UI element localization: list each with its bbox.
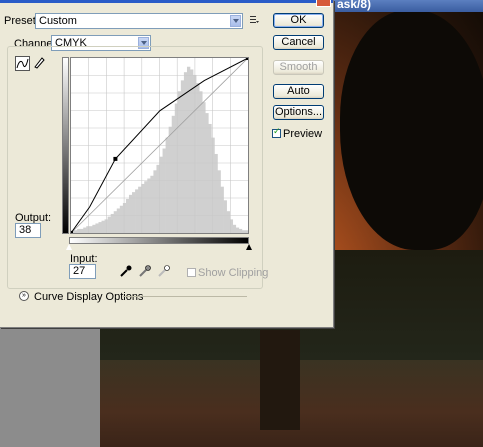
curve-control-point xyxy=(69,231,73,235)
output-field[interactable]: 38 xyxy=(15,223,41,238)
histogram-bar xyxy=(138,186,142,233)
histogram-bar xyxy=(217,170,221,233)
chevron-down-icon[interactable] xyxy=(230,15,241,27)
histogram-bar xyxy=(205,113,209,233)
show-clipping-checkbox[interactable] xyxy=(187,268,196,277)
histogram-bar xyxy=(226,211,230,233)
histogram-bar xyxy=(153,170,157,233)
histogram-bar xyxy=(92,224,96,233)
histogram-bar xyxy=(113,211,118,233)
photo-tree xyxy=(340,10,483,250)
input-black-slider[interactable] xyxy=(66,244,72,250)
histogram-bar xyxy=(180,80,185,233)
white-point-eyedropper-icon[interactable] xyxy=(158,265,170,277)
histogram-bar xyxy=(125,198,130,233)
histogram-bar xyxy=(165,137,169,233)
preset-value: Custom xyxy=(39,15,77,27)
histogram-bar xyxy=(174,103,179,233)
histogram-bar xyxy=(119,205,124,233)
preset-select[interactable]: Custom xyxy=(35,13,243,29)
histogram-bar xyxy=(110,213,115,233)
curve-chart[interactable] xyxy=(69,56,250,235)
histogram-bar xyxy=(183,72,188,233)
close-icon[interactable] xyxy=(316,0,331,7)
preview-checkbox[interactable] xyxy=(272,127,281,138)
black-point-eyedropper-icon[interactable] xyxy=(120,265,132,277)
smooth-button[interactable]: Smooth xyxy=(273,60,324,75)
histogram-bar xyxy=(122,203,127,233)
curve-display-options-label[interactable]: Curve Display Options xyxy=(34,291,143,303)
pencil-tool-icon[interactable] xyxy=(33,56,48,71)
divider xyxy=(123,296,247,297)
preset-menu-icon[interactable] xyxy=(249,15,259,25)
preview-label: Preview xyxy=(283,128,323,140)
histogram-bar xyxy=(196,83,200,233)
histogram-bar xyxy=(232,224,237,233)
histogram-bar xyxy=(211,137,215,233)
histogram-bar xyxy=(144,181,148,233)
histogram-bar xyxy=(220,186,224,233)
histogram-bar xyxy=(241,230,246,233)
histogram-bar xyxy=(74,230,78,233)
document-title: ask/8) xyxy=(337,0,372,11)
output-gradient-bar xyxy=(62,57,69,234)
histogram-bar xyxy=(107,216,111,233)
cancel-button[interactable]: Cancel xyxy=(273,35,324,50)
input-gradient-bar xyxy=(69,237,249,244)
histogram-bar xyxy=(168,126,173,233)
histogram-bar xyxy=(244,230,249,233)
histogram-bar xyxy=(116,208,121,233)
expand-icon[interactable]: » xyxy=(19,291,29,301)
histogram-bar xyxy=(86,226,90,233)
histogram-bar xyxy=(83,227,87,233)
curve-point-tool-icon[interactable] xyxy=(15,56,30,71)
histogram-bar xyxy=(190,69,194,233)
histogram-bar xyxy=(202,102,206,234)
dialog-titlebar[interactable] xyxy=(0,0,333,3)
auto-button[interactable]: Auto xyxy=(273,84,324,99)
curve-control-point xyxy=(246,56,250,60)
histogram-bar xyxy=(80,228,84,233)
input-field[interactable]: 27 xyxy=(69,264,96,279)
histogram-bar xyxy=(208,123,212,233)
histogram-bar xyxy=(177,91,182,233)
gray-point-eyedropper-icon[interactable] xyxy=(139,265,151,277)
ok-button[interactable]: OK xyxy=(273,13,324,28)
histogram-bar xyxy=(238,228,243,233)
preset-label: Preset: xyxy=(4,15,39,27)
show-clipping-label: Show Clipping xyxy=(198,267,269,279)
histogram-bar xyxy=(98,222,102,233)
histogram-bar xyxy=(101,220,105,233)
histogram-bar xyxy=(223,200,227,233)
histogram-bar xyxy=(235,227,240,233)
histogram-bar xyxy=(162,148,166,233)
photo-trunk xyxy=(260,330,300,430)
curve-control-point xyxy=(113,156,118,161)
histogram-bar xyxy=(199,91,203,233)
histogram-bar xyxy=(95,223,99,233)
histogram-bar xyxy=(214,153,218,233)
histogram-bar xyxy=(147,178,151,233)
histogram-bar xyxy=(150,175,154,233)
histogram-bar xyxy=(159,156,163,233)
options-button[interactable]: Options... xyxy=(273,105,324,120)
input-white-slider[interactable] xyxy=(246,244,252,250)
histogram-bar xyxy=(89,226,93,233)
histogram-bar xyxy=(135,189,139,233)
histogram-bar xyxy=(77,228,81,233)
histogram-bar xyxy=(128,194,133,233)
curves-graph[interactable] xyxy=(69,56,250,235)
curves-dialog: Preset: Custom Channel: CMYK Output: 38 … xyxy=(0,0,334,328)
